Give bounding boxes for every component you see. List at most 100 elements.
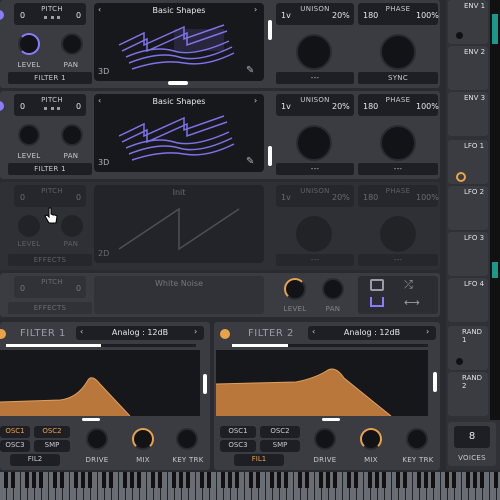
osc2-enable-toggle[interactable] <box>0 101 4 111</box>
osc2-phase-knob[interactable] <box>380 125 416 161</box>
osc1-phase-knob[interactable] <box>380 34 416 70</box>
filter2-cutoff-slider[interactable] <box>232 344 428 347</box>
filter1-keytrk-knob[interactable] <box>176 428 198 450</box>
osc3-phase-mode-select[interactable]: --- <box>358 254 438 266</box>
osc1-unison-detune-knob[interactable] <box>296 34 332 70</box>
sample-pan-knob[interactable] <box>322 278 344 300</box>
lfo1-drag-handle[interactable] <box>456 172 466 182</box>
osc1-enable-toggle[interactable] <box>0 10 4 20</box>
osc1-pitch-fine-value: 0 <box>76 11 82 20</box>
osc2-pitch-box[interactable]: PITCH 0 0 <box>14 94 86 116</box>
filter1-osc2-route[interactable]: OSC2 <box>34 426 70 438</box>
osc3-unison-detune-knob[interactable] <box>296 216 332 252</box>
osc2-spectral-slider[interactable] <box>268 146 272 166</box>
filter2-mix-knob[interactable] <box>360 428 382 450</box>
filter1-cutoff-fill <box>6 344 101 347</box>
rand2-tab[interactable]: RAND 2 <box>448 372 488 416</box>
osc2-phase-box[interactable]: 180 PHASE 100% <box>358 94 439 116</box>
filter1-mix-knob[interactable] <box>132 428 154 450</box>
next-filter-model-icon[interactable]: › <box>194 327 197 336</box>
osc1-unison-mode-select[interactable]: --- <box>276 72 354 84</box>
lfo2-tab[interactable]: LFO 2 <box>448 186 488 230</box>
sample-name-box[interactable]: White Noise <box>94 276 264 314</box>
filter1-smp-route[interactable]: SMP <box>34 440 70 452</box>
osc3-pitch-box[interactable]: PITCH 0 0 <box>14 185 86 207</box>
osc1-wavetable-display[interactable]: ‹ Basic Shapes › 3D ✎ <box>94 3 264 81</box>
filter2-smp-route[interactable]: SMP <box>260 440 300 452</box>
filter1-cutoff-slider[interactable] <box>6 344 196 347</box>
next-wavetable-icon[interactable]: › <box>254 5 257 14</box>
env2-tab[interactable]: ENV 2 <box>448 46 488 90</box>
filter2-blend-slider[interactable] <box>322 418 340 421</box>
next-wavetable-icon[interactable]: › <box>254 96 257 105</box>
filter2-enable-toggle[interactable] <box>220 329 230 339</box>
osc1-pitch-box[interactable]: PITCH 0 0 <box>14 3 86 25</box>
sample-destination[interactable]: EFFECTS <box>8 302 92 314</box>
lfo1-tab[interactable]: LFO 1 <box>448 140 488 184</box>
filter2-osc3-route[interactable]: OSC3 <box>220 440 256 452</box>
osc1-pan-knob[interactable] <box>61 33 83 55</box>
osc3-unison-mode-select[interactable]: --- <box>276 254 354 266</box>
osc3-pan-knob[interactable] <box>61 215 83 237</box>
osc2-unison-detune-knob[interactable] <box>296 125 332 161</box>
voices-box[interactable]: 8 VOICES <box>448 422 496 466</box>
rand1-drag-handle[interactable] <box>456 358 463 365</box>
edit-pencil-icon[interactable]: ✎ <box>246 156 254 167</box>
filter2-keytrk-knob[interactable] <box>406 428 428 450</box>
osc2-level-knob[interactable] <box>18 124 40 146</box>
osc3-level-knob[interactable] <box>18 215 40 237</box>
keytrack-icon[interactable] <box>370 279 384 291</box>
env1-drag-handle[interactable] <box>456 32 463 39</box>
osc2-unison-mode-select[interactable]: --- <box>276 163 354 175</box>
osc1-spectral-slider[interactable] <box>268 20 272 40</box>
osc2-phase-mode-select[interactable]: --- <box>358 163 438 175</box>
osc3-destination[interactable]: EFFECTS <box>8 254 92 266</box>
filter1-osc3-route[interactable]: OSC3 <box>0 440 30 452</box>
osc1-phase-mode-select[interactable]: SYNC <box>358 72 438 84</box>
filter1-fil-route[interactable]: FIL2 <box>10 454 60 466</box>
osc1-unison-box[interactable]: 1v UNISON 20% <box>276 3 354 25</box>
filter1-drive-knob[interactable] <box>86 428 108 450</box>
osc1-phase-box[interactable]: 180 PHASE 100% <box>358 3 439 25</box>
lfo4-tab[interactable]: LFO 4 <box>448 278 488 322</box>
bounce-icon[interactable]: ⟷ <box>404 296 420 309</box>
filter2-resonance-slider[interactable] <box>433 372 437 392</box>
osc2-pitch-fine-value: 0 <box>76 102 82 111</box>
env1-tab[interactable]: ENV 1 <box>448 0 488 44</box>
env3-tab[interactable]: ENV 3 <box>448 92 488 136</box>
loop-icon[interactable] <box>370 297 384 307</box>
filter1-enable-toggle[interactable] <box>0 329 6 339</box>
osc1-destination[interactable]: FILTER 1 <box>8 72 92 84</box>
osc3-unison-box[interactable]: 1v UNISON 20% <box>276 185 354 207</box>
osc3-wavetable-display[interactable]: Init 2D <box>94 185 264 263</box>
filter1-resonance-slider[interactable] <box>203 374 207 394</box>
osc2-destination[interactable]: FILTER 1 <box>8 163 92 175</box>
osc2-unison-box[interactable]: 1v UNISON 20% <box>276 94 354 116</box>
sample-level-knob[interactable] <box>284 278 306 300</box>
filter1-graph[interactable] <box>0 350 200 416</box>
next-filter-model-icon[interactable]: › <box>426 327 429 336</box>
filter1-model-select[interactable]: ‹ Analog : 12dB › <box>76 326 204 340</box>
filter2-osc2-route[interactable]: OSC2 <box>260 426 300 438</box>
osc2-pan-knob[interactable] <box>61 124 83 146</box>
voices-value-box[interactable]: 8 <box>454 426 490 448</box>
osc3-phase-box[interactable]: 180 PHASE 100% <box>358 185 439 207</box>
osc1-frame-scrollbar[interactable] <box>168 81 188 85</box>
rand1-tab[interactable]: RAND 1 <box>448 326 488 370</box>
filter1-blend-slider[interactable] <box>82 418 100 421</box>
osc3-phase-knob[interactable] <box>380 216 416 252</box>
edit-pencil-icon[interactable]: ✎ <box>246 65 254 76</box>
filter2-model-select[interactable]: ‹ Analog : 12dB › <box>308 326 436 340</box>
filter2-fil-route[interactable]: FIL1 <box>234 454 284 466</box>
filter2-drive-knob[interactable] <box>314 428 336 450</box>
black-keys[interactable] <box>0 472 500 488</box>
filter1-osc1-route[interactable]: OSC1 <box>0 426 30 438</box>
osc2-wavetable-display[interactable]: ‹ Basic Shapes › 3D ✎ <box>94 94 264 172</box>
piano-keyboard[interactable] <box>0 472 500 500</box>
osc1-level-knob[interactable] <box>18 33 40 55</box>
filter2-graph[interactable] <box>216 350 428 416</box>
sample-pitch-box[interactable]: PITCH 0 0 <box>14 276 86 298</box>
filter2-osc1-route[interactable]: OSC1 <box>220 426 256 438</box>
lfo3-tab[interactable]: LFO 3 <box>448 232 488 276</box>
random-phase-icon[interactable]: ⤮ <box>404 278 413 292</box>
